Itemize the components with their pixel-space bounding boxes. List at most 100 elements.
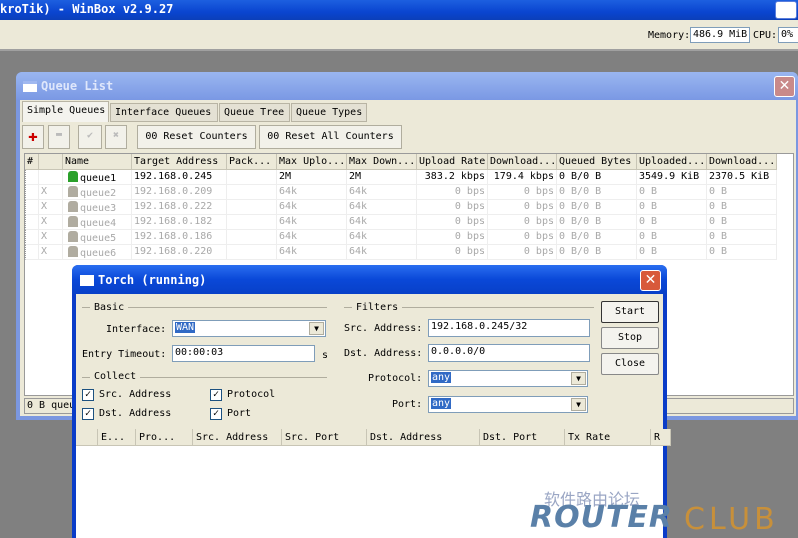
- hdr-protocol[interactable]: Pro...: [136, 429, 193, 446]
- queue-list-title: Queue List: [41, 79, 114, 93]
- cell-name: queue5: [63, 230, 132, 245]
- cell-uploaded: 0 B: [637, 230, 707, 245]
- interface-select[interactable]: WAN ▼: [172, 320, 326, 337]
- queue-icon: [68, 231, 78, 242]
- reset-all-counters-button[interactable]: 00 Reset All Counters: [259, 125, 402, 149]
- torch-title: Torch (running): [98, 273, 207, 287]
- src-address-checkbox[interactable]: ✓: [82, 389, 94, 401]
- dst-address-label: Dst. Address: [99, 408, 172, 419]
- hdr-max-upload[interactable]: Max Uplo...: [277, 154, 347, 170]
- interface-value: WAN: [175, 322, 196, 333]
- protocol-checkbox[interactable]: ✓: [210, 389, 222, 401]
- cell-queued: 0 B/0 B: [557, 245, 637, 260]
- hdr-downloaded[interactable]: Download...: [707, 154, 777, 170]
- cell-up-rate: 0 bps: [417, 185, 488, 200]
- queue-list-title-bar[interactable]: Queue List ✕: [16, 72, 798, 100]
- cell-up-rate: 0 bps: [417, 200, 488, 215]
- cell-uploaded: 0 B: [637, 200, 707, 215]
- stop-button[interactable]: Stop: [601, 327, 659, 349]
- queue-icon: [68, 171, 78, 182]
- row-marker: [25, 245, 39, 260]
- queue-name: queue5: [80, 233, 117, 244]
- hdr-src-address[interactable]: Src. Address: [193, 429, 282, 446]
- cell-max-down: 64k: [347, 215, 417, 230]
- window-button[interactable]: [775, 1, 797, 19]
- table-row[interactable]: Xqueue5 192.168.0.186 64k 64k 0 bps 0 bps 0 B/…: [25, 230, 793, 245]
- src-address-input[interactable]: 192.168.0.245/32: [428, 319, 590, 337]
- cell-name: queue2: [63, 185, 132, 200]
- tab-queue-types[interactable]: Queue Types: [291, 103, 367, 122]
- dst-address-input[interactable]: 0.0.0.0/0: [428, 344, 590, 362]
- cell-pack: [227, 215, 277, 230]
- cell-downloaded: 2370.5 KiB: [707, 170, 777, 185]
- reset-counters-button[interactable]: 00 Reset Counters: [137, 125, 256, 149]
- table-row[interactable]: Xqueue4 192.168.0.182 64k 64k 0 bps 0 bps 0 B/…: [25, 215, 793, 230]
- enable-button[interactable]: ✔: [78, 125, 102, 149]
- hdr-dst-address[interactable]: Dst. Address: [367, 429, 480, 446]
- hdr-max-download[interactable]: Max Down...: [347, 154, 417, 170]
- hdr-dst-port[interactable]: Dst. Port: [480, 429, 565, 446]
- table-row[interactable]: Xqueue2 192.168.0.209 64k 64k 0 bps 0 bps 0 B/…: [25, 185, 793, 200]
- cell-downloaded: 0 B: [707, 185, 777, 200]
- row-marker: [25, 215, 39, 230]
- table-row[interactable]: Xqueue6 192.168.0.220 64k 64k 0 bps 0 bps 0 B/…: [25, 245, 793, 260]
- queue-icon: [68, 246, 78, 257]
- hdr-eth-protocol[interactable]: E...: [98, 429, 136, 446]
- port-checkbox[interactable]: ✓: [210, 408, 222, 420]
- plus-icon: ✚: [28, 126, 38, 145]
- cell-downloaded: 0 B: [707, 215, 777, 230]
- cell-up-rate: 0 bps: [417, 215, 488, 230]
- entry-timeout-input[interactable]: 00:00:03: [172, 345, 315, 362]
- cell-downloaded: 0 B: [707, 245, 777, 260]
- hdr-target-address[interactable]: Target Address: [132, 154, 227, 170]
- tab-interface-queues[interactable]: Interface Queues: [110, 103, 218, 122]
- hdr-blank[interactable]: [76, 429, 98, 446]
- chevron-down-icon: ▼: [571, 372, 586, 385]
- hdr-queued-bytes[interactable]: Queued Bytes: [557, 154, 637, 170]
- queue-icon: [68, 216, 78, 227]
- hdr-packet-marks[interactable]: Pack...: [227, 154, 277, 170]
- hdr-flag[interactable]: [39, 154, 63, 170]
- hdr-number[interactable]: #: [25, 154, 39, 170]
- dst-address-checkbox[interactable]: ✓: [82, 408, 94, 420]
- hdr-src-port[interactable]: Src. Port: [282, 429, 367, 446]
- disable-button[interactable]: ✖: [105, 125, 127, 149]
- tab-simple-queues[interactable]: Simple Queues: [22, 101, 109, 122]
- hdr-name[interactable]: Name: [63, 154, 132, 170]
- window-icon: [23, 81, 37, 92]
- hdr-uploaded[interactable]: Uploaded...: [637, 154, 707, 170]
- queue-name: queue6: [80, 248, 117, 259]
- table-row[interactable]: Xqueue3 192.168.0.222 64k 64k 0 bps 0 bps 0 B/…: [25, 200, 793, 215]
- cell-up-rate: 383.2 kbps: [417, 170, 488, 185]
- hdr-tx-rate[interactable]: Tx Rate: [565, 429, 651, 446]
- tab-queue-tree[interactable]: Queue Tree: [219, 103, 290, 122]
- torch-title-bar[interactable]: Torch (running) ✕: [72, 265, 667, 294]
- port-select[interactable]: any ▼: [428, 396, 588, 413]
- hdr-upload-rate[interactable]: Upload Rate: [417, 154, 488, 170]
- cell-uploaded: 0 B: [637, 185, 707, 200]
- cell-target: 192.168.0.209: [132, 185, 227, 200]
- cell-target: 192.168.0.222: [132, 200, 227, 215]
- cell-down-rate: 0 bps: [488, 230, 557, 245]
- watermark-router: ROUTER: [530, 500, 674, 535]
- check-icon: ✔: [86, 130, 94, 141]
- close-icon[interactable]: ✕: [640, 270, 661, 291]
- hdr-download-rate[interactable]: Download...: [488, 154, 557, 170]
- cpu-label: CPU:: [753, 30, 778, 41]
- cell-name: queue1: [63, 170, 132, 185]
- close-icon[interactable]: ✕: [774, 76, 795, 97]
- hdr-rx-rate[interactable]: R: [651, 429, 671, 446]
- cell-target: 192.168.0.186: [132, 230, 227, 245]
- close-button[interactable]: Close: [601, 353, 659, 375]
- start-button[interactable]: Start: [601, 301, 659, 323]
- src-address-label: Src. Address: [99, 389, 172, 400]
- cell-uploaded: 0 B: [637, 215, 707, 230]
- queue-name: queue2: [80, 188, 117, 199]
- protocol-select[interactable]: any ▼: [428, 370, 588, 387]
- cell-name: queue3: [63, 200, 132, 215]
- cell-max-up: 64k: [277, 230, 347, 245]
- remove-button[interactable]: ▬: [48, 125, 70, 149]
- table-row[interactable]: queue1 192.168.0.245 2M 2M 383.2 kbps 179.4 k…: [25, 170, 793, 185]
- memory-label: Memory:: [648, 30, 691, 41]
- add-button[interactable]: ✚: [22, 125, 44, 149]
